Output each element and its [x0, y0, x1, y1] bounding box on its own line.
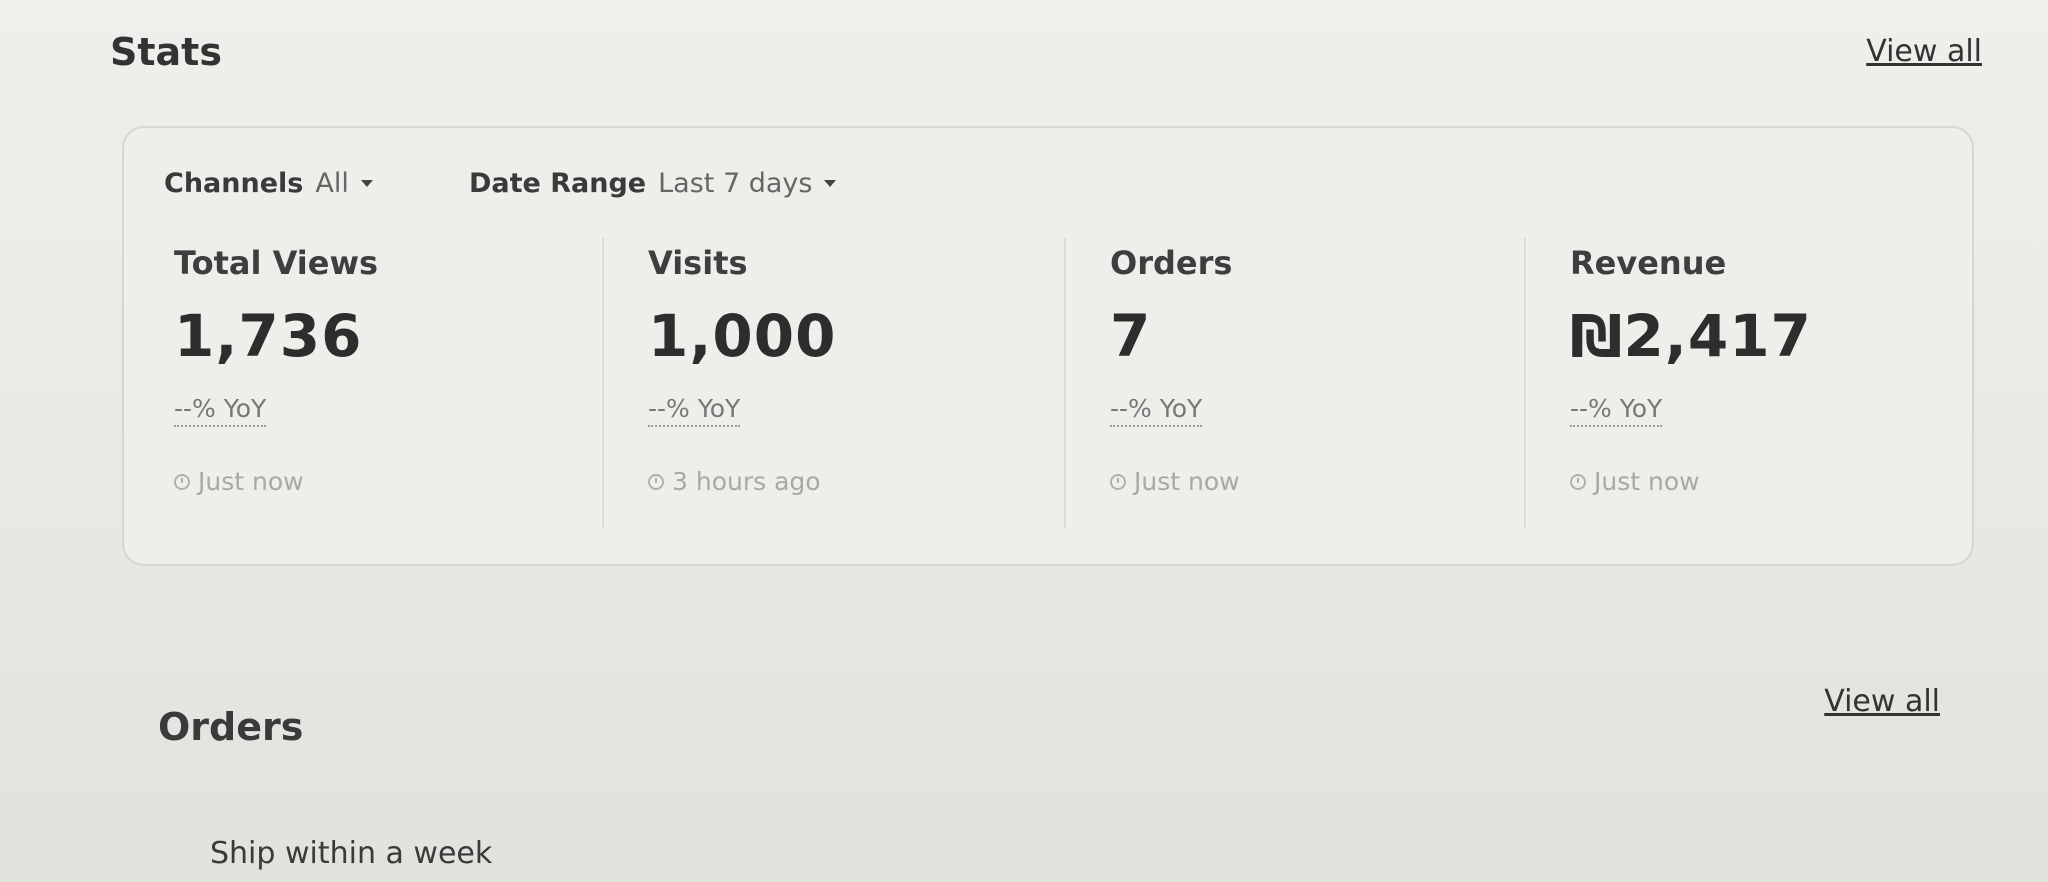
metric-updated-text: Just now	[1594, 467, 1700, 496]
channels-filter[interactable]: Channels All	[164, 168, 373, 199]
metric-label: Visits	[648, 244, 748, 282]
metric-label: Total Views	[174, 244, 379, 282]
channels-filter-value: All	[315, 168, 349, 199]
metric-updated: Just now	[1570, 467, 1944, 496]
metric-orders: Orders 7 --% YoY Just now	[1064, 238, 1524, 528]
metric-total-views: Total Views 1,736 --% YoY Just now	[164, 238, 624, 528]
metric-value: 7	[1110, 302, 1152, 370]
metric-value: ₪2,417	[1570, 302, 1812, 370]
channels-filter-label: Channels	[164, 168, 304, 199]
caret-down-icon	[824, 180, 837, 187]
clock-icon	[1110, 473, 1126, 490]
dashboard-page: Stats View all Channels All Date Range L…	[0, 0, 2048, 882]
metric-value: 1,000	[648, 302, 837, 370]
clock-icon	[648, 473, 664, 490]
metric-updated: 3 hours ago	[648, 467, 1062, 496]
date-range-filter-value: Last 7 days	[658, 168, 813, 199]
stats-title: Stats	[110, 30, 222, 74]
stats-view-all-link[interactable]: View all	[1866, 34, 1982, 69]
clock-icon	[174, 473, 190, 490]
orders-title: Orders	[158, 705, 304, 749]
clock-icon	[1570, 473, 1586, 490]
metric-updated: Just now	[1110, 467, 1524, 496]
date-range-filter[interactable]: Date Range Last 7 days	[469, 168, 837, 199]
metric-yoy[interactable]: --% YoY	[648, 394, 741, 427]
metric-updated: Just now	[174, 467, 624, 496]
metric-label: Orders	[1110, 244, 1233, 282]
caret-down-icon	[360, 180, 373, 187]
orders-view-all-link[interactable]: View all	[1824, 684, 1940, 719]
metric-yoy[interactable]: --% YoY	[1570, 394, 1663, 427]
metric-revenue: Revenue ₪2,417 --% YoY Just now	[1524, 238, 1944, 528]
metric-value: 1,736	[174, 302, 363, 370]
metric-yoy[interactable]: --% YoY	[1110, 394, 1203, 427]
orders-subsection-title: Ship within a week	[210, 836, 493, 871]
metric-updated-text: Just now	[198, 467, 304, 496]
metric-updated-text: Just now	[1134, 467, 1240, 496]
stats-card: Channels All Date Range Last 7 days Tota…	[122, 126, 1974, 566]
metric-visits: Visits 1,000 --% YoY 3 hours ago	[602, 238, 1062, 528]
metric-updated-text: 3 hours ago	[672, 467, 821, 496]
metric-label: Revenue	[1570, 244, 1727, 282]
date-range-filter-label: Date Range	[469, 168, 647, 199]
metric-yoy[interactable]: --% YoY	[174, 394, 267, 427]
